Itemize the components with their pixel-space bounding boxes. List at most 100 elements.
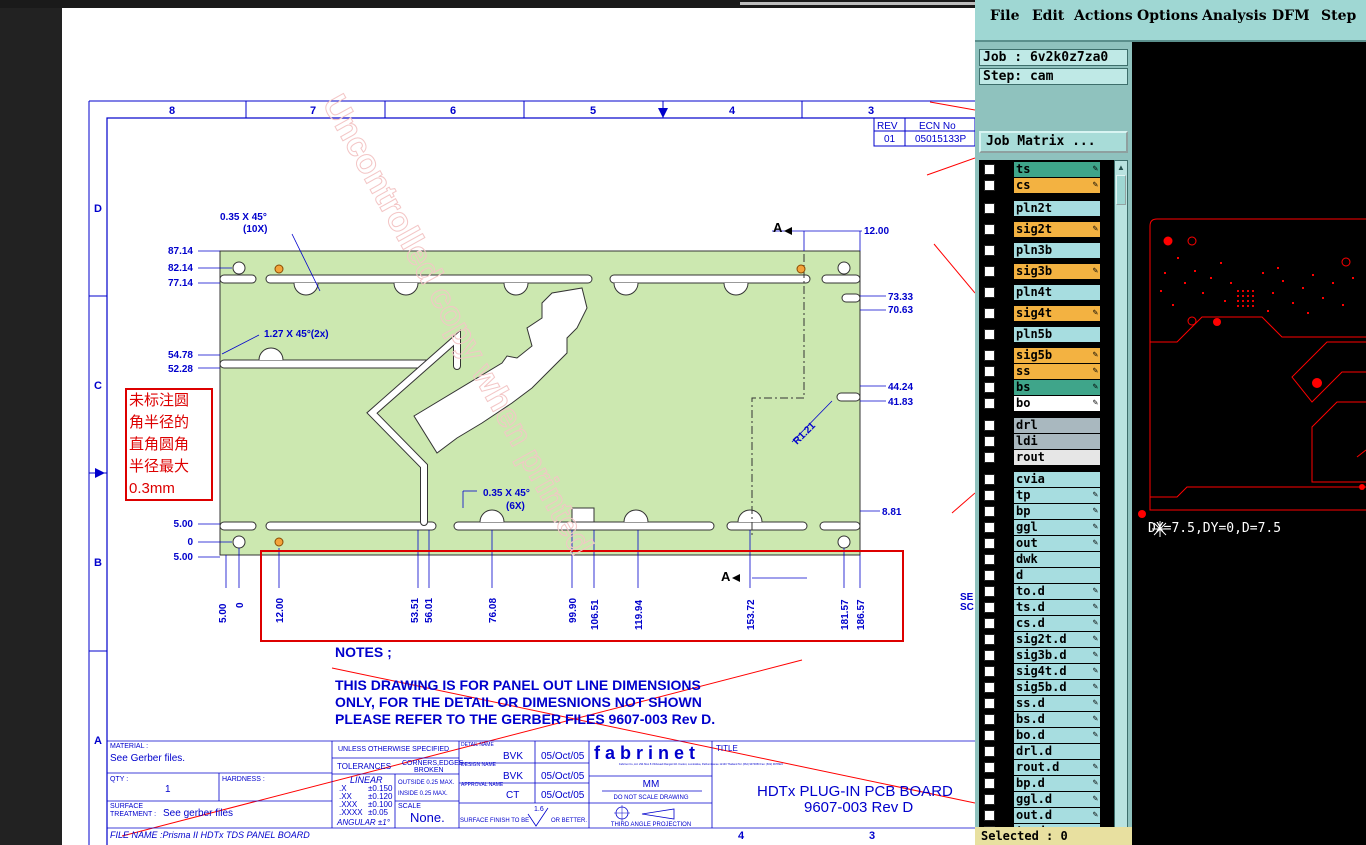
layer-name[interactable]: to.d ✎	[1014, 584, 1100, 599]
layer-color-swatch[interactable]	[999, 202, 1013, 215]
layer-name[interactable]: ts ✎	[1014, 162, 1100, 177]
layer-list-scrollbar[interactable]: ▲ ▼	[1114, 160, 1128, 845]
layer-checkbox[interactable]	[984, 452, 995, 463]
layer-name[interactable]: rout.d ✎	[1014, 760, 1100, 775]
layer-row[interactable]: d	[979, 568, 1115, 583]
layer-checkbox[interactable]	[984, 522, 995, 533]
layer-color-swatch[interactable]	[999, 729, 1013, 742]
layer-row[interactable]: rout.d ✎	[979, 760, 1115, 775]
layer-checkbox[interactable]	[984, 666, 995, 677]
layer-name[interactable]: pln2t	[1014, 201, 1100, 216]
layer-color-swatch[interactable]	[999, 665, 1013, 678]
layer-checkbox[interactable]	[984, 203, 995, 214]
layer-row[interactable]: to.d ✎	[979, 584, 1115, 599]
layer-name[interactable]: sig2t ✎	[1014, 222, 1100, 237]
layer-color-swatch[interactable]	[999, 681, 1013, 694]
layer-row[interactable]: sig5b.d ✎	[979, 680, 1115, 695]
layer-row[interactable]: out.d ✎	[979, 808, 1115, 823]
layer-color-swatch[interactable]	[999, 163, 1013, 176]
layer-checkbox[interactable]	[984, 366, 995, 377]
layer-row[interactable]: cs ✎	[979, 178, 1115, 193]
layer-checkbox[interactable]	[984, 650, 995, 661]
layer-checkbox[interactable]	[984, 746, 995, 757]
layer-color-swatch[interactable]	[999, 473, 1013, 486]
layer-name[interactable]: sig5b.d ✎	[1014, 680, 1100, 695]
layer-row[interactable]: ts.d ✎	[979, 600, 1115, 615]
layer-color-swatch[interactable]	[999, 553, 1013, 566]
layer-color-swatch[interactable]	[999, 505, 1013, 518]
layer-name[interactable]: bo ✎	[1014, 396, 1100, 411]
layer-name[interactable]: d	[1014, 568, 1100, 583]
layer-checkbox[interactable]	[984, 810, 995, 821]
layer-checkbox[interactable]	[984, 287, 995, 298]
layer-checkbox[interactable]	[984, 382, 995, 393]
layer-name[interactable]: out ✎	[1014, 536, 1100, 551]
layer-name[interactable]: ldi	[1014, 434, 1100, 449]
layer-checkbox[interactable]	[984, 682, 995, 693]
layer-name[interactable]: drl.d	[1014, 744, 1100, 759]
layer-checkbox[interactable]	[984, 602, 995, 613]
layer-name[interactable]: bs ✎	[1014, 380, 1100, 395]
layer-row[interactable]: sig2t.d ✎	[979, 632, 1115, 647]
layer-row[interactable]: sig4t.d ✎	[979, 664, 1115, 679]
menu-edit[interactable]: Edit	[1032, 8, 1064, 24]
layer-color-swatch[interactable]	[999, 521, 1013, 534]
layer-name[interactable]: bs.d ✎	[1014, 712, 1100, 727]
layer-name[interactable]: bp ✎	[1014, 504, 1100, 519]
layer-name[interactable]: rout	[1014, 450, 1100, 465]
layer-name[interactable]: sig5b ✎	[1014, 348, 1100, 363]
layer-row[interactable]: bp ✎	[979, 504, 1115, 519]
layer-row[interactable]: cs.d ✎	[979, 616, 1115, 631]
layer-row[interactable]: ggl ✎	[979, 520, 1115, 535]
menu-options[interactable]: Options	[1137, 8, 1198, 24]
layer-checkbox[interactable]	[984, 794, 995, 805]
layer-row[interactable]: bs.d ✎	[979, 712, 1115, 727]
layer-name[interactable]: drl	[1014, 418, 1100, 433]
layer-row[interactable]: sig3b ✎	[979, 264, 1115, 279]
layer-name[interactable]: ss.d ✎	[1014, 696, 1100, 711]
layer-name[interactable]: out.d ✎	[1014, 808, 1100, 823]
layer-color-swatch[interactable]	[999, 397, 1013, 410]
layer-checkbox[interactable]	[984, 762, 995, 773]
layer-checkbox[interactable]	[984, 398, 995, 409]
layer-checkbox[interactable]	[984, 245, 995, 256]
layer-row[interactable]: bp.d ✎	[979, 776, 1115, 791]
layer-color-swatch[interactable]	[999, 489, 1013, 502]
menu-actions[interactable]: Actions	[1074, 8, 1133, 24]
layer-color-swatch[interactable]	[999, 697, 1013, 710]
scroll-thumb[interactable]	[1116, 175, 1126, 205]
layer-checkbox[interactable]	[984, 570, 995, 581]
layer-name[interactable]: ggl.d ✎	[1014, 792, 1100, 807]
menu-step[interactable]: Step	[1321, 8, 1356, 24]
layer-name[interactable]: sig4t.d ✎	[1014, 664, 1100, 679]
layer-checkbox[interactable]	[984, 224, 995, 235]
layer-color-swatch[interactable]	[999, 265, 1013, 278]
layer-name[interactable]: cvia	[1014, 472, 1100, 487]
layer-name[interactable]: tp ✎	[1014, 488, 1100, 503]
layer-color-swatch[interactable]	[999, 435, 1013, 448]
layer-row[interactable]: pln5b	[979, 327, 1115, 342]
layer-row[interactable]: bs ✎	[979, 380, 1115, 395]
layer-color-swatch[interactable]	[999, 809, 1013, 822]
layer-name[interactable]: pln5b	[1014, 327, 1100, 342]
layer-checkbox[interactable]	[984, 618, 995, 629]
layer-row[interactable]: ggl.d ✎	[979, 792, 1115, 807]
layer-checkbox[interactable]	[984, 350, 995, 361]
layer-name[interactable]: sig2t.d ✎	[1014, 632, 1100, 647]
layer-name[interactable]: sig3b.d ✎	[1014, 648, 1100, 663]
layer-list[interactable]: ts ✎ cs ✎ pln2t sig2t ✎ pln3b sig3b ✎ pln4t sig4t ✎ p…	[979, 160, 1115, 845]
layer-checkbox[interactable]	[984, 490, 995, 501]
layer-checkbox[interactable]	[984, 538, 995, 549]
layer-color-swatch[interactable]	[999, 307, 1013, 320]
layer-color-swatch[interactable]	[999, 585, 1013, 598]
layer-row[interactable]: drl.d	[979, 744, 1115, 759]
layer-name[interactable]: ss ✎	[1014, 364, 1100, 379]
layer-color-swatch[interactable]	[999, 244, 1013, 257]
layer-checkbox[interactable]	[984, 420, 995, 431]
layer-row[interactable]: pln2t	[979, 201, 1115, 216]
layer-color-swatch[interactable]	[999, 649, 1013, 662]
layer-checkbox[interactable]	[984, 778, 995, 789]
layer-row[interactable]: pln4t	[979, 285, 1115, 300]
layer-checkbox[interactable]	[984, 554, 995, 565]
layer-color-swatch[interactable]	[999, 617, 1013, 630]
